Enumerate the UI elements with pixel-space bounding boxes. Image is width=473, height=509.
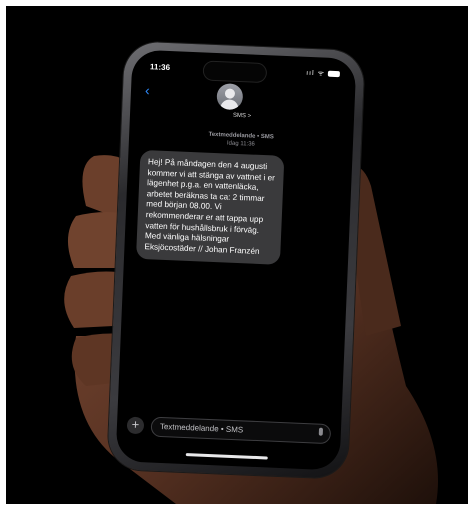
- mic-icon[interactable]: [318, 427, 324, 436]
- message-bubble: Hej! På måndagen den 4 augusti kommer vi…: [135, 149, 285, 266]
- composer: + Textmeddelande • SMS: [126, 416, 332, 445]
- back-chevron-icon[interactable]: ‹: [145, 82, 150, 98]
- avatar-head: [224, 88, 236, 99]
- thread-timestamp: Idag 11:36: [226, 140, 255, 148]
- phone-screen: 11:36 ııl ᯤ ‹ SMS > Textmeddelande • SMS…: [115, 49, 357, 471]
- status-time: 11:36: [149, 62, 171, 73]
- avatar-body: [220, 99, 239, 111]
- plus-icon[interactable]: +: [126, 416, 145, 435]
- contact-name[interactable]: SMS >: [130, 108, 354, 123]
- home-indicator: [185, 453, 268, 460]
- photo-background: 11:36 ııl ᯤ ‹ SMS > Textmeddelande • SMS…: [6, 6, 468, 504]
- thread-channel: Textmeddelande • SMS: [208, 131, 274, 141]
- status-icons: ııl ᯤ: [306, 69, 340, 79]
- phone: 11:36 ııl ᯤ ‹ SMS > Textmeddelande • SMS…: [107, 41, 365, 479]
- dynamic-island: [203, 61, 267, 83]
- signal-wifi-icon: ııl ᯤ: [305, 69, 326, 78]
- battery-icon: [327, 70, 340, 78]
- message-input-placeholder: Textmeddelande • SMS: [159, 421, 244, 435]
- contact-avatar[interactable]: [216, 83, 244, 111]
- message-input[interactable]: Textmeddelande • SMS: [150, 416, 332, 445]
- thread-meta: Textmeddelande • SMS Idag 11:36: [129, 127, 353, 152]
